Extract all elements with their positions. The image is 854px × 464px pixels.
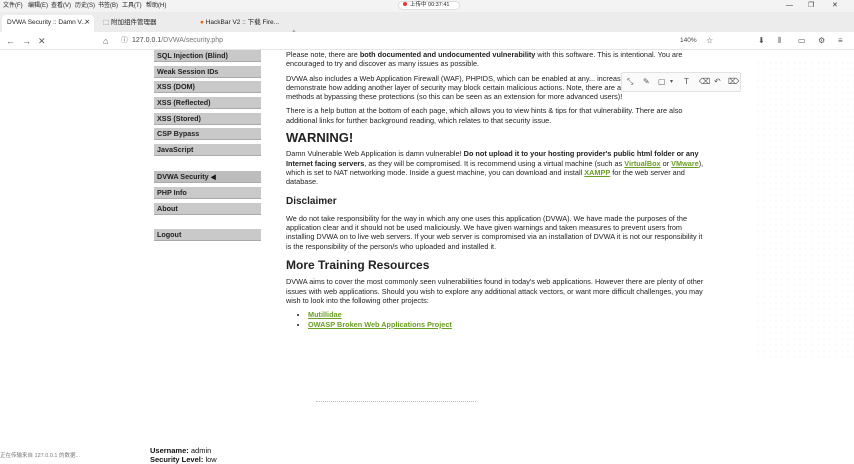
text-tool-icon[interactable]: T: [684, 73, 689, 91]
help-paragraph: There is a help button at the bottom of …: [286, 106, 683, 125]
text: Please note, there are: [286, 50, 360, 59]
training-links-list: Mutillidae OWASP Broken Web Applications…: [308, 310, 706, 329]
address-bar[interactable]: 127.0.0.1/DVWA/security.php: [132, 34, 223, 48]
home-icon[interactable]: ⌂: [103, 32, 108, 50]
security-level-value: low: [205, 455, 217, 464]
background-pattern: [755, 60, 854, 360]
sidebar-item-about[interactable]: About: [154, 203, 261, 215]
zoom-level[interactable]: 140%: [680, 32, 697, 50]
restore-icon[interactable]: ❐: [808, 0, 814, 11]
pen-icon[interactable]: ✎: [643, 73, 650, 91]
sidebar-item-xss-stored[interactable]: XSS (Stored): [154, 113, 261, 125]
tab-label: 附加组件管理器: [110, 19, 157, 26]
security-level-line: Security Level: low: [150, 455, 217, 464]
training-paragraph: DVWA aims to cover the most commonly see…: [286, 277, 704, 305]
record-dot-icon: [403, 2, 407, 6]
forward-icon[interactable]: →: [22, 32, 31, 50]
select-icon[interactable]: ⤡: [627, 73, 633, 91]
menu-history[interactable]: 历史(S): [75, 0, 95, 12]
page-info-icon[interactable]: ⓘ: [121, 32, 128, 50]
annotation-toolbar: ⤡ ✎ ▢ ▾ T ⌫ ↶ ⌦: [621, 72, 741, 92]
stop-icon[interactable]: ✕: [38, 32, 46, 50]
username-label: Username:: [150, 446, 189, 455]
sidebar-item-dvwa-security[interactable]: DVWA Security: [154, 171, 261, 183]
intro-paragraph: Please note, there are both documented a…: [286, 50, 706, 69]
xampp-link[interactable]: XAMPP: [584, 168, 610, 177]
sidebar-item-sqli-blind[interactable]: SQL Injection (Blind): [154, 50, 261, 62]
close-tab-icon[interactable]: ✕: [85, 15, 90, 31]
back-icon[interactable]: ←: [6, 32, 15, 50]
sidebar-item-javascript[interactable]: JavaScript: [154, 144, 261, 156]
user-info: Username: admin Security Level: low: [150, 446, 217, 464]
delete-icon[interactable]: ⌦: [728, 73, 739, 91]
menu-edit[interactable]: 编辑(E): [28, 0, 48, 12]
tab-hackbar[interactable]: ● HackBar V2 :: 下载 Fire...: [195, 15, 285, 32]
overflow-menu-icon[interactable]: ≡: [838, 32, 843, 50]
tab-dvwa-security[interactable]: DVWA Security :: Damn V... ✕: [2, 15, 94, 32]
library-icon[interactable]: ⫴: [778, 32, 781, 50]
disclaimer-paragraph: We do not take responsibility for the wa…: [286, 213, 703, 251]
sidebar-item-logout[interactable]: Logout: [154, 229, 261, 241]
emphasis-text: both documented and undocumented vulnera…: [359, 50, 536, 59]
tab-label: DVWA Security :: Damn V...: [7, 19, 87, 26]
undo-icon[interactable]: ↶: [714, 73, 721, 91]
warning-heading: WARNING!: [286, 130, 354, 146]
text: Damn Vulnerable Web Application is damn …: [286, 149, 464, 159]
tab-addons-manager[interactable]: ⬚ 附加组件管理器: [98, 15, 191, 32]
menu-file[interactable]: 文件(F): [3, 0, 23, 12]
warning-paragraph: Damn Vulnerable Web Application is damn …: [286, 149, 706, 186]
app-menubar: 文件(F) 编辑(E) 查看(V) 历史(S) 书签(B) 工具(T) 帮助(H…: [0, 0, 854, 12]
url-path: /DVWA/security.php: [161, 37, 224, 44]
sidebar-item-weak-session-ids[interactable]: Weak Session IDs: [154, 66, 261, 78]
tab-bar: DVWA Security :: Damn V... ✕ ⬚ 附加组件管理器 ●…: [0, 12, 854, 39]
text: , as they will be compromised. It is rec…: [364, 158, 625, 168]
username-value: admin: [190, 446, 212, 455]
menu-view[interactable]: 查看(V): [51, 0, 71, 12]
sidebar-item-php-info[interactable]: PHP Info: [154, 187, 261, 199]
menu-bookmarks[interactable]: 书签(B): [98, 0, 118, 12]
virtualbox-link[interactable]: VirtualBox: [624, 159, 660, 168]
shape-icon[interactable]: ▢: [658, 73, 666, 91]
tab-label: HackBar V2 :: 下载 Fire...: [205, 19, 280, 26]
sidebar-item-xss-dom[interactable]: XSS (DOM): [154, 81, 261, 93]
training-heading: More Training Resources: [286, 258, 430, 273]
sidebar-icon[interactable]: ▭: [798, 32, 806, 50]
sidebar-item-csp-bypass[interactable]: CSP Bypass: [154, 128, 261, 140]
status-bar: 正在传输来自 127.0.0.1 的数据...: [0, 453, 81, 459]
eraser-icon[interactable]: ⌫: [699, 73, 710, 91]
owasp-bwa-link[interactable]: OWASP Broken Web Applications Project: [308, 320, 452, 329]
dvwa-sidebar-menu: SQL Injection (Blind) Weak Session IDs X…: [0, 50, 270, 440]
divider: [316, 401, 476, 402]
username-line: Username: admin: [150, 446, 217, 455]
close-window-icon[interactable]: ✕: [832, 0, 838, 11]
url-host: 127.0.0.1: [132, 37, 162, 44]
recording-indicator: 上传中 00:37:41: [398, 1, 460, 10]
menu-help[interactable]: 帮助(H): [146, 0, 166, 12]
dropdown-icon[interactable]: ▾: [670, 73, 673, 91]
list-item: OWASP Broken Web Applications Project: [308, 320, 706, 329]
list-item: Mutillidae: [308, 310, 706, 319]
security-level-label: Security Level:: [150, 455, 204, 464]
extension-icon[interactable]: ⚙: [818, 32, 825, 50]
disclaimer-heading: Disclaimer: [286, 195, 337, 207]
downloads-icon[interactable]: ⬇: [758, 32, 765, 50]
text: or: [660, 158, 672, 168]
mutillidae-link[interactable]: Mutillidae: [308, 310, 342, 319]
menu-tools[interactable]: 工具(T): [122, 0, 142, 12]
recording-text: 上传中 00:37:41: [410, 2, 450, 8]
vmware-link[interactable]: VMware: [671, 159, 699, 168]
sidebar-item-xss-reflected[interactable]: XSS (Reflected): [154, 97, 261, 109]
bookmark-star-icon[interactable]: ☆: [706, 32, 713, 50]
navigation-toolbar: ← → ✕ ⌂ ⓘ 127.0.0.1/DVWA/security.php 14…: [0, 32, 854, 50]
puzzle-icon: ⬚: [103, 19, 111, 26]
minimize-icon[interactable]: —: [786, 0, 793, 11]
